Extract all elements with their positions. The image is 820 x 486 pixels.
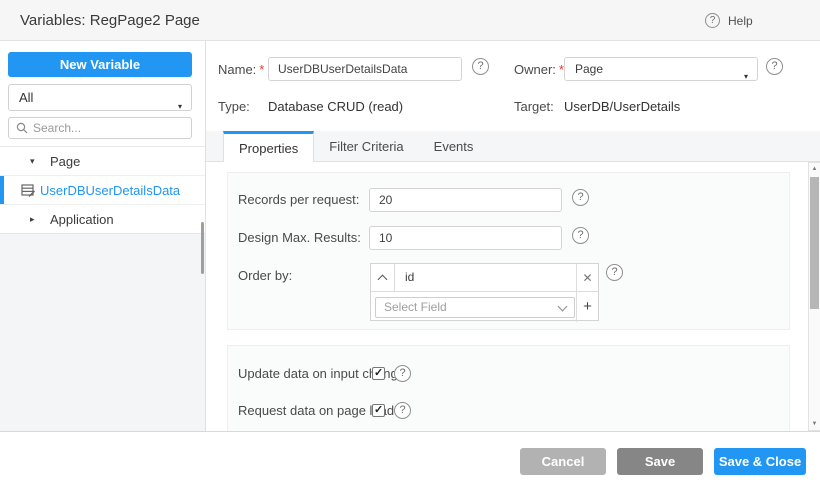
scroll-up-icon[interactable]: ▲: [809, 166, 820, 172]
required-asterisk: *: [259, 62, 264, 77]
records-per-request-help-icon[interactable]: ?: [572, 189, 589, 206]
variables-tree: ▾ Page UserDBUserDetailsData ▸ Applicati…: [0, 146, 205, 234]
plus-icon: +: [583, 298, 592, 315]
order-by-entry-row: id ✕: [371, 264, 598, 292]
type-value: Database CRUD (read): [268, 99, 403, 114]
update-on-input-checkbox[interactable]: [372, 367, 385, 380]
variables-dialog: Variables: RegPage2 Page ? Help New Vari…: [0, 0, 820, 486]
sidebar-scrollbar-thumb[interactable]: [201, 222, 204, 274]
dialog-footer: Cancel Save Save & Close: [0, 431, 820, 486]
cancel-button[interactable]: Cancel: [520, 448, 606, 475]
search-icon: [16, 122, 28, 134]
tree-group-page[interactable]: ▾ Page: [0, 147, 205, 176]
tab-events[interactable]: Events: [419, 131, 489, 161]
name-input[interactable]: [268, 57, 462, 81]
help-link[interactable]: ? Help: [705, 13, 753, 28]
select-field-placeholder: Select Field: [384, 300, 447, 314]
request-on-load-label: Request data on page load: [238, 403, 394, 418]
chevron-expanded-icon: ▾: [30, 156, 35, 167]
target-label: Target:: [514, 99, 554, 114]
order-by-help-icon[interactable]: ?: [606, 264, 623, 281]
design-max-results-help-icon[interactable]: ?: [572, 227, 589, 244]
scroll-down-icon[interactable]: ▼: [809, 421, 820, 427]
detail-tabs: Properties Filter Criteria Events: [206, 131, 820, 162]
owner-label: Owner:*: [514, 62, 564, 77]
chevron-collapsed-icon: ▸: [30, 214, 35, 225]
order-by-field-value: id: [405, 270, 414, 284]
help-label: Help: [728, 14, 753, 28]
close-icon: ✕: [582, 271, 592, 285]
records-per-request-input[interactable]: [369, 188, 562, 212]
target-value: UserDB/UserDetails: [564, 99, 680, 114]
variable-filter-select[interactable]: All ▾: [8, 84, 192, 111]
content-scrollbar-thumb[interactable]: [810, 177, 819, 309]
sidebar-empty-area: [0, 233, 205, 431]
design-max-results-input[interactable]: [369, 226, 562, 250]
dialog-header: Variables: RegPage2 Page ? Help: [0, 0, 820, 41]
variable-search-box: [8, 117, 192, 139]
add-order-field-button[interactable]: +: [576, 292, 598, 322]
properties-tab-content: Records per request: ? Design Max. Resul…: [206, 162, 820, 431]
page-title: Variables: RegPage2 Page: [20, 0, 200, 41]
tree-group-application-label: Application: [50, 212, 114, 227]
content-scrollbar[interactable]: ▲ ▼: [808, 162, 820, 431]
design-max-results-label: Design Max. Results:: [238, 230, 361, 245]
records-per-request-label: Records per request:: [238, 192, 359, 207]
update-on-input-help-icon[interactable]: ?: [394, 365, 411, 382]
remove-order-field-button[interactable]: ✕: [576, 264, 598, 292]
owner-select[interactable]: Page ▾: [564, 57, 758, 81]
name-help-icon[interactable]: ?: [472, 58, 489, 75]
owner-select-value: Page: [575, 62, 603, 76]
behavior-settings-group: Update data on input change ? Request da…: [227, 345, 790, 431]
variables-sidebar: New Variable All ▾ ▾ Page: [0, 41, 206, 431]
name-label: Name:*: [218, 62, 264, 77]
request-on-load-help-icon[interactable]: ?: [394, 402, 411, 419]
variable-detail-panel: Name:* ? Owner:* Page ▾ ? Type: Database…: [206, 41, 820, 431]
chevron-down-icon: [558, 302, 568, 312]
select-field-dropdown[interactable]: Select Field: [375, 297, 575, 318]
sort-direction-toggle[interactable]: [371, 264, 395, 292]
caret-down-icon: ▾: [744, 66, 748, 88]
order-by-editor: id ✕ Select Field +: [370, 263, 599, 321]
save-button[interactable]: Save: [617, 448, 703, 475]
request-on-load-checkbox[interactable]: [372, 404, 385, 417]
caret-down-icon: ▾: [178, 94, 182, 119]
search-input[interactable]: [33, 121, 183, 135]
tab-properties[interactable]: Properties: [223, 131, 314, 162]
owner-help-icon[interactable]: ?: [766, 58, 783, 75]
selected-indicator-bar: [0, 176, 4, 204]
tree-group-page-label: Page: [50, 154, 80, 169]
new-variable-button[interactable]: New Variable: [8, 52, 192, 77]
variable-filter-value: All: [19, 90, 33, 105]
tree-item-variable-label: UserDBUserDetailsData: [40, 183, 180, 198]
tree-group-application[interactable]: ▸ Application: [0, 205, 205, 234]
tree-item-variable-selected[interactable]: UserDBUserDetailsData: [0, 176, 205, 205]
database-variable-icon: [21, 184, 35, 197]
tab-filter-criteria[interactable]: Filter Criteria: [314, 131, 418, 161]
type-label: Type:: [218, 99, 250, 114]
chevron-up-icon: [378, 275, 388, 285]
help-icon: ?: [705, 13, 720, 28]
order-by-label: Order by:: [238, 268, 292, 283]
save-and-close-button[interactable]: Save & Close: [714, 448, 806, 475]
request-settings-group: Records per request: ? Design Max. Resul…: [227, 172, 790, 330]
